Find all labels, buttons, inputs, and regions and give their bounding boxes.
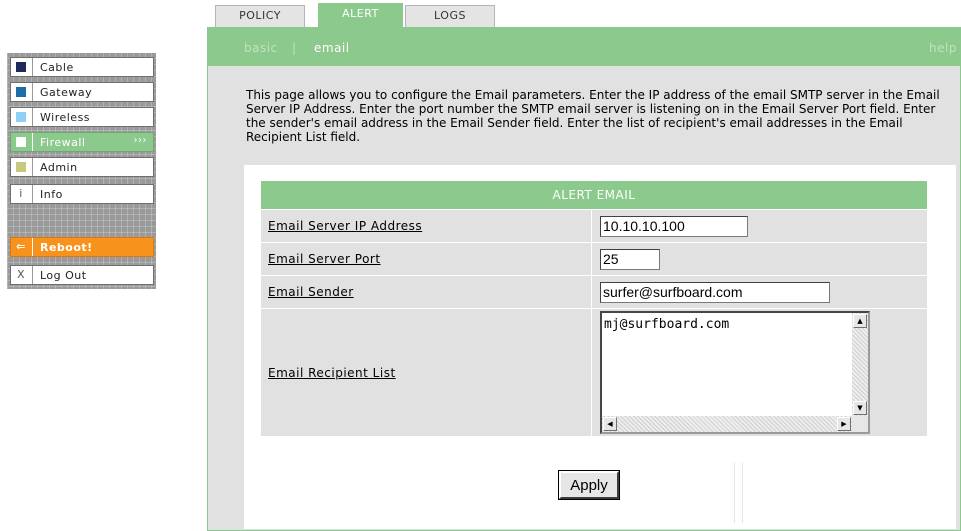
sender-label: Email Sender	[260, 275, 592, 309]
nav-item-firewall[interactable]: Firewall ›››	[10, 132, 154, 152]
alert-email-form: ALERT EMAIL Email Server IP Address Emai…	[260, 180, 928, 437]
scroll-right-icon[interactable]: ▶	[837, 417, 851, 431]
server-ip-input[interactable]	[600, 215, 748, 237]
gateway-icon	[16, 87, 26, 97]
apply-button[interactable]: Apply	[558, 470, 620, 500]
nav-item-info[interactable]: i Info	[10, 184, 154, 204]
form-title: ALERT EMAIL	[260, 180, 928, 210]
scroll-down-icon[interactable]: ▼	[853, 401, 867, 415]
server-port-label: Email Server Port	[260, 242, 592, 276]
logout-label: Log Out	[40, 269, 87, 282]
reboot-button[interactable]: ⇐ Reboot!	[10, 237, 154, 257]
nav-item-admin[interactable]: Admin	[10, 157, 154, 177]
subnav-help-link[interactable]: help	[929, 41, 957, 55]
side-navigation: Cable Gateway Wireless Firewall ››› Admi…	[7, 53, 156, 289]
scroll-up-icon[interactable]: ▲	[853, 314, 867, 328]
nav-item-wireless[interactable]: Wireless	[10, 107, 154, 127]
recipient-list-label: Email Recipient List	[260, 308, 592, 437]
nav-label-info: Info	[40, 188, 63, 201]
main-panel: basic | email help This page allows you …	[207, 27, 961, 531]
scroll-left-icon[interactable]: ◀	[603, 417, 617, 431]
nav-label-firewall: Firewall	[40, 136, 86, 149]
wireless-icon	[16, 112, 26, 122]
close-icon: X	[16, 268, 26, 281]
recipient-list-textarea[interactable]: mj@surfboard.com	[602, 313, 852, 416]
page-description: This page allows you to configure the Em…	[246, 88, 940, 144]
recipient-list-box: mj@surfboard.com ▲ ▼ ◀ ▶	[600, 311, 870, 434]
logout-button[interactable]: X Log Out	[10, 265, 154, 285]
tab-alert-label: ALERT	[342, 7, 379, 20]
alert-email-form-frame: ALERT EMAIL Email Server IP Address Emai…	[244, 165, 956, 529]
info-icon: i	[19, 187, 23, 200]
subnav-separator: |	[292, 41, 297, 55]
vertical-scrollbar[interactable]: ▲ ▼	[852, 313, 868, 416]
subnav-basic-link[interactable]: basic	[244, 41, 278, 55]
reboot-label: Reboot!	[40, 241, 93, 254]
firewall-icon	[16, 137, 26, 147]
server-ip-label: Email Server IP Address	[260, 209, 592, 243]
nav-label-wireless: Wireless	[40, 111, 91, 124]
horizontal-scrollbar[interactable]: ◀ ▶	[602, 416, 852, 432]
sender-input[interactable]	[600, 281, 830, 303]
tab-policy[interactable]: POLICY	[215, 5, 305, 27]
cable-icon	[16, 62, 26, 72]
tab-policy-label: POLICY	[239, 9, 281, 22]
tab-logs-label: LOGS	[434, 9, 466, 22]
sub-navigation: basic | email help	[208, 28, 960, 66]
tab-logs[interactable]: LOGS	[405, 5, 495, 27]
nav-label-cable: Cable	[40, 61, 74, 74]
nav-item-gateway[interactable]: Gateway	[10, 82, 154, 102]
nav-label-gateway: Gateway	[40, 86, 93, 99]
reboot-arrow-icon: ⇐	[16, 240, 26, 253]
nav-item-cable[interactable]: Cable	[10, 57, 154, 77]
admin-icon	[16, 162, 26, 172]
server-port-input[interactable]	[600, 248, 660, 270]
tab-alert[interactable]: ALERT	[318, 3, 403, 27]
subnav-email-link[interactable]: email	[314, 41, 350, 55]
nav-label-admin: Admin	[40, 161, 78, 174]
chevrons-right-icon: ›››	[133, 135, 147, 146]
